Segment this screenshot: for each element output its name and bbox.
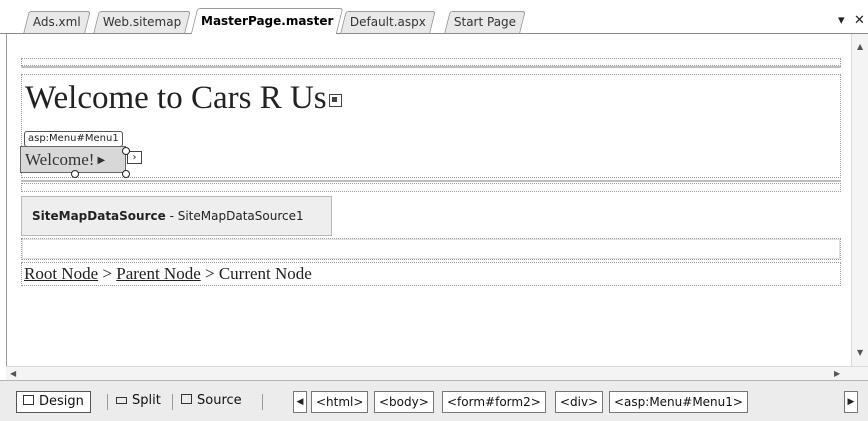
tag-path-item-form[interactable]: <form#form2> [442,391,546,413]
content-spacer-region [21,183,841,192]
tab-masterpage-master[interactable]: MasterPage.master [190,8,344,34]
breadcrumb-parent-link[interactable]: Parent Node [116,264,201,283]
scroll-left-icon[interactable]: ◀ [10,369,16,378]
tab-start-page[interactable]: Start Page [444,11,526,33]
breadcrumb-separator: > [200,264,219,283]
design-view-label: Design [39,394,84,409]
scroll-right-icon[interactable]: ▶ [834,369,840,378]
submenu-arrow-icon: ▶ [97,155,106,166]
split-view-button[interactable]: Split [110,391,167,413]
resize-handle-bottom[interactable] [71,170,79,178]
view-switcher-bar: Design Split Source ◀ <html> <body> <for… [0,380,868,421]
menu-item-label: Welcome! [25,150,95,169]
tab-web-sitemap[interactable]: Web.sitemap [93,11,192,33]
datasource-type-label: SiteMapDataSource [32,209,166,223]
design-view-icon [23,395,34,405]
menu-control-tag: asp:Menu#Menu1 [24,131,123,147]
tag-path-item-body[interactable]: <body> [374,391,434,413]
design-view-button[interactable]: Design [16,391,91,413]
tag-path-item-div[interactable]: <div> [555,391,604,413]
sitemap-datasource-control[interactable]: SiteMapDataSource - SiteMapDataSource1 [21,196,332,236]
horizontal-scrollbar[interactable]: ◀ ▶ [6,366,868,381]
split-view-label: Split [132,393,161,408]
header-top-region [21,58,841,66]
source-view-button[interactable]: Source [175,391,248,413]
menu-item-welcome[interactable]: Welcome! ▶ [20,146,126,173]
scroll-up-icon[interactable]: ▲ [857,42,863,51]
tab-ads-xml[interactable]: Ads.xml [23,11,91,33]
sitemap-path-breadcrumb: Root Node > Parent Node > Current Node [24,264,312,284]
view-separator [262,394,263,410]
content-placeholder-region[interactable] [21,238,841,260]
split-view-icon [116,397,127,404]
vertical-scrollbar[interactable]: ▲ ▼ [851,34,868,366]
breadcrumb-root-link[interactable]: Root Node [24,264,98,283]
datasource-separator: - [165,209,178,223]
close-document-icon[interactable]: ✕ [854,13,865,28]
page-title: Welcome to Cars R Us [25,80,342,117]
resize-handle-right[interactable] [122,147,130,155]
tab-list-dropdown-icon[interactable]: ▾ [838,13,845,28]
view-separator [107,394,108,410]
tag-path-prev-icon[interactable]: ◀ [293,391,307,413]
tag-path-next-icon[interactable]: ▶ [844,391,858,413]
datasource-id-label: SiteMapDataSource1 [177,209,304,223]
breadcrumb-separator: > [98,264,117,283]
resize-handle-bottom-right[interactable] [122,170,130,178]
header-divider [21,66,841,68]
menu-divider [21,180,841,182]
view-separator [172,394,173,410]
source-view-icon [181,394,192,404]
tag-path-item-asp-menu[interactable]: <asp:Menu#Menu1> [609,391,748,413]
source-view-label: Source [197,393,242,408]
breadcrumb-current: Current Node [218,264,312,283]
tag-path-item-html[interactable]: <html> [311,391,369,413]
document-tab-strip: Ads.xml Web.sitemap MasterPage.master De… [0,0,868,34]
tab-default-aspx[interactable]: Default.aspx [340,11,436,33]
scroll-down-icon[interactable]: ▼ [857,348,863,357]
image-placeholder-icon [328,94,342,107]
